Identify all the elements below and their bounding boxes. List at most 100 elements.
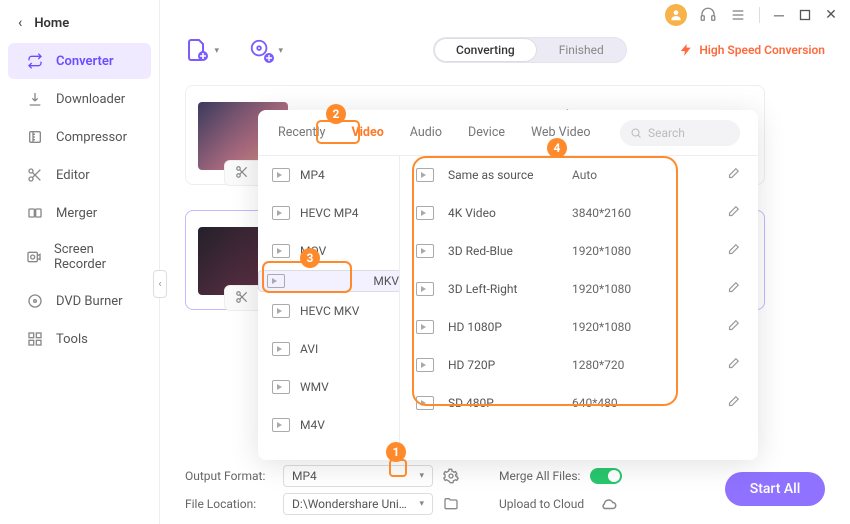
output-format-label: Output Format:: [185, 469, 273, 483]
folder-icon[interactable]: [443, 496, 459, 512]
sidebar-item-label: Compressor: [56, 130, 127, 145]
output-format-select[interactable]: MP4 ▾: [283, 465, 433, 487]
annotation-4: 4: [547, 138, 567, 158]
annotation-3: 3: [300, 248, 320, 268]
resolution-item[interactable]: HD 720P1280*720: [400, 346, 758, 384]
add-file-button[interactable]: ▾: [185, 38, 209, 62]
format-item-m4v[interactable]: M4V: [258, 406, 399, 444]
sidebar-item-downloader[interactable]: Downloader: [8, 81, 151, 117]
chevron-down-icon: ▾: [419, 471, 424, 481]
video-file-icon: [272, 168, 290, 182]
video-file-icon: [416, 396, 434, 410]
merge-label: Merge All Files:: [499, 469, 580, 483]
add-disc-button[interactable]: ▾: [249, 38, 273, 62]
video-file-icon: [267, 274, 285, 288]
video-file-icon: [272, 304, 290, 318]
video-file-icon: [416, 244, 434, 258]
edit-icon[interactable]: [726, 357, 742, 373]
format-item-hevc-mp4[interactable]: HEVC MP4: [258, 194, 399, 232]
video-file-icon: [416, 358, 434, 372]
tab-audio[interactable]: Audio: [408, 121, 444, 144]
user-avatar[interactable]: [665, 4, 687, 26]
sidebar-item-label: Screen Recorder: [54, 242, 133, 272]
resolution-list: Same as sourceAuto4K Video3840*21603D Re…: [400, 156, 758, 460]
status-toggle: Converting Finished: [433, 37, 627, 63]
resolution-item[interactable]: 4K Video3840*2160: [400, 194, 758, 232]
sidebar-item-label: Downloader: [56, 92, 125, 107]
tab-converting[interactable]: Converting: [434, 38, 537, 62]
sidebar-item-label: DVD Burner: [56, 294, 123, 309]
trim-icon[interactable]: [235, 165, 251, 181]
sidebar-item-editor[interactable]: Editor: [8, 157, 151, 193]
chevron-down-icon: ▾: [419, 499, 424, 509]
merge-toggle[interactable]: [590, 468, 622, 484]
bottom-bar: Output Format: MP4 ▾ Merge All Files: Fi…: [185, 464, 825, 514]
close-button[interactable]: ✕: [824, 8, 838, 22]
annotation-1: 1: [386, 442, 406, 462]
merge-icon: [26, 204, 44, 222]
format-item-mov[interactable]: MOV: [258, 232, 399, 270]
resolution-item[interactable]: 3D Left-Right1920*1080: [400, 270, 758, 308]
home-label: Home: [34, 16, 69, 31]
edit-icon[interactable]: [726, 395, 742, 411]
format-list: MP4HEVC MP4MOVMKVHEVC MKVAVIWMVM4V: [258, 156, 400, 460]
sidebar-item-tools[interactable]: Tools: [8, 321, 151, 357]
annotation-2: 2: [326, 104, 346, 124]
format-picker: Recently Video Audio Device Web Video Se…: [258, 110, 758, 460]
tab-device[interactable]: Device: [466, 121, 507, 144]
sidebar-item-dvd-burner[interactable]: DVD Burner: [8, 283, 151, 319]
recorder-icon: [26, 248, 42, 266]
minimize-button[interactable]: ─: [772, 8, 786, 22]
high-speed-indicator[interactable]: High Speed Conversion: [679, 43, 825, 57]
menu-icon[interactable]: [729, 6, 747, 24]
settings-icon[interactable]: [443, 468, 459, 484]
upload-cloud-label: Upload to Cloud: [499, 497, 584, 511]
resolution-item[interactable]: HD 1080P1920*1080: [400, 308, 758, 346]
start-all-button[interactable]: Start All: [725, 472, 825, 506]
chevron-left-icon: ‹: [18, 15, 22, 31]
resolution-item[interactable]: SD 480P640*480: [400, 384, 758, 422]
edit-icon[interactable]: [726, 319, 742, 335]
video-file-icon: [272, 244, 290, 258]
video-file-icon: [272, 206, 290, 220]
tab-video[interactable]: Video: [349, 121, 385, 144]
download-icon: [26, 90, 44, 108]
format-item-avi[interactable]: AVI: [258, 330, 399, 368]
format-item-mp4[interactable]: MP4: [258, 156, 399, 194]
home-button[interactable]: ‹ Home: [0, 5, 159, 41]
sidebar-item-label: Merger: [56, 206, 97, 221]
tab-recently[interactable]: Recently: [276, 121, 327, 144]
file-location-select[interactable]: D:\Wondershare UniConverter 1 ▾: [283, 493, 433, 515]
edit-icon[interactable]: [726, 243, 742, 259]
sidebar-item-converter[interactable]: Converter: [8, 43, 151, 79]
format-item-hevc-mkv[interactable]: HEVC MKV: [258, 292, 399, 330]
format-item-mkv[interactable]: MKV: [258, 270, 400, 292]
file-location-label: File Location:: [185, 497, 273, 511]
toolbar: ▾ ▾ Converting Finished High Speed Conve…: [160, 30, 850, 70]
high-speed-label: High Speed Conversion: [699, 43, 825, 57]
video-file-icon: [272, 418, 290, 432]
edit-icon[interactable]: [726, 205, 742, 221]
video-file-icon: [272, 380, 290, 394]
resolution-item[interactable]: Same as sourceAuto: [400, 156, 758, 194]
trim-icon[interactable]: [235, 290, 251, 306]
resolution-item[interactable]: 3D Red-Blue1920*1080: [400, 232, 758, 270]
format-item-wmv[interactable]: WMV: [258, 368, 399, 406]
headset-icon[interactable]: [699, 6, 717, 24]
tab-finished[interactable]: Finished: [537, 38, 626, 62]
video-file-icon: [416, 168, 434, 182]
video-file-icon: [416, 282, 434, 296]
compress-icon: [26, 128, 44, 146]
sidebar-item-compressor[interactable]: Compressor: [8, 119, 151, 155]
maximize-button[interactable]: [798, 8, 812, 22]
edit-icon[interactable]: [726, 281, 742, 297]
sidebar: ‹ Home Converter Downloader Compressor E…: [0, 0, 160, 524]
sidebar-item-label: Tools: [56, 332, 88, 347]
edit-icon[interactable]: [726, 167, 742, 183]
converter-icon: [26, 52, 44, 70]
sidebar-item-screen-recorder[interactable]: Screen Recorder: [8, 233, 151, 281]
cloud-icon[interactable]: [600, 495, 618, 513]
sidebar-item-merger[interactable]: Merger: [8, 195, 151, 231]
video-file-icon: [416, 320, 434, 334]
search-input[interactable]: Search: [620, 120, 740, 146]
